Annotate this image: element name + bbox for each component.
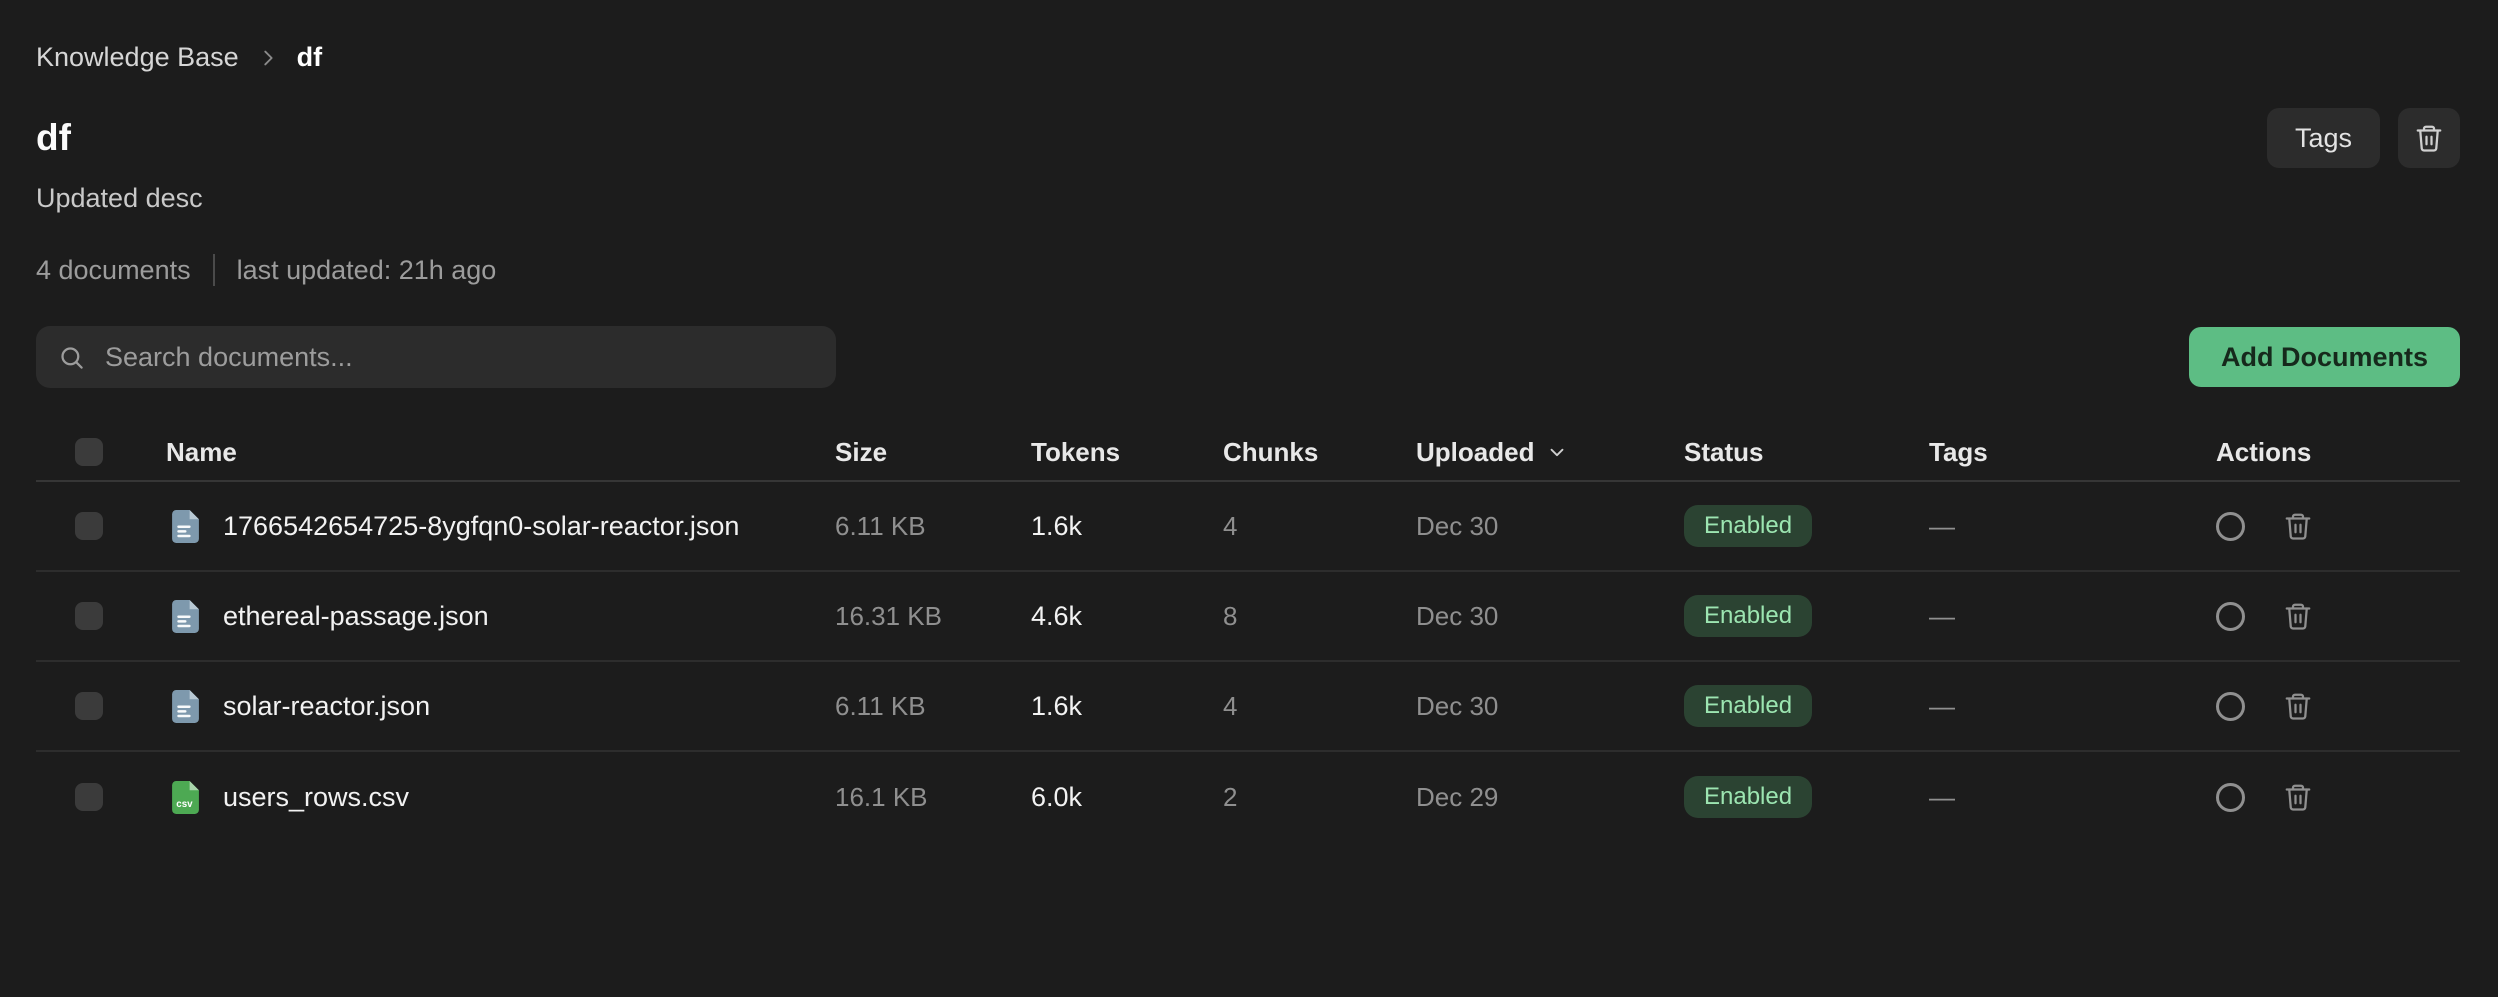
svg-text:csv: csv	[176, 799, 193, 810]
table-row: csv solar-reactor.json 6.11 KB 1.6k 4 De…	[36, 662, 2460, 752]
chevron-down-icon	[1546, 441, 1568, 463]
column-header-uploaded-label: Uploaded	[1416, 437, 1534, 468]
column-header-chunks: Chunks	[1223, 437, 1416, 468]
column-header-uploaded-sort[interactable]: Uploaded	[1416, 437, 1568, 468]
header-actions: Tags	[2267, 108, 2460, 168]
tags-cell: —	[1929, 601, 2216, 632]
delete-document-icon[interactable]	[2283, 601, 2313, 631]
tags-button[interactable]: Tags	[2267, 108, 2380, 168]
chunks-cell: 2	[1223, 782, 1416, 813]
row-checkbox[interactable]	[75, 783, 103, 811]
meta-divider	[213, 254, 215, 286]
row-checkbox[interactable]	[75, 602, 103, 630]
uploaded-cell: Dec 30	[1416, 601, 1684, 632]
page-title: df	[36, 119, 2460, 156]
file-json-icon	[172, 690, 199, 723]
chevron-right-icon	[257, 47, 279, 69]
uploaded-cell: Dec 29	[1416, 782, 1684, 813]
documents-table: Name Size Tokens Chunks Uploaded Status …	[36, 424, 2460, 842]
tags-cell: —	[1929, 782, 2216, 813]
file-csv-icon: csv	[172, 781, 199, 814]
breadcrumb-current: df	[297, 42, 322, 73]
page-description: Updated desc	[36, 182, 2460, 214]
column-header-size: Size	[835, 437, 1031, 468]
breadcrumb-root-link[interactable]: Knowledge Base	[36, 42, 239, 73]
status-toggle-icon[interactable]	[2216, 512, 2245, 541]
search-bar[interactable]	[36, 326, 836, 388]
search-input[interactable]	[103, 341, 814, 374]
status-toggle-icon[interactable]	[2216, 602, 2245, 631]
document-name[interactable]: solar-reactor.json	[223, 691, 430, 722]
breadcrumb: Knowledge Base df	[36, 0, 2460, 73]
document-count: 4 documents	[36, 255, 191, 286]
column-header-actions: Actions	[2216, 437, 2460, 468]
last-updated: last updated: 21h ago	[237, 255, 497, 286]
table-row: csv 1766542654725-8ygfqn0-solar-reactor.…	[36, 482, 2460, 572]
tags-cell: —	[1929, 511, 2216, 542]
tokens-cell: 6.0k	[1031, 782, 1223, 813]
chunks-cell: 4	[1223, 511, 1416, 542]
uploaded-cell: Dec 30	[1416, 691, 1684, 722]
add-documents-button[interactable]: Add Documents	[2189, 327, 2460, 387]
status-badge: Enabled	[1684, 505, 1812, 547]
table-header: Name Size Tokens Chunks Uploaded Status …	[36, 424, 2460, 482]
status-badge: Enabled	[1684, 685, 1812, 727]
size-cell: 16.31 KB	[835, 601, 1031, 632]
column-header-status: Status	[1684, 437, 1929, 468]
delete-document-icon[interactable]	[2283, 691, 2313, 721]
status-toggle-icon[interactable]	[2216, 692, 2245, 721]
size-cell: 6.11 KB	[835, 691, 1031, 722]
delete-kb-button[interactable]	[2398, 108, 2460, 168]
column-header-name: Name	[136, 437, 835, 468]
table-row: csv users_rows.csv 16.1 KB 6.0k 2 Dec 29…	[36, 752, 2460, 842]
tags-cell: —	[1929, 691, 2216, 722]
trash-icon	[2414, 123, 2444, 153]
column-header-tags: Tags	[1929, 437, 2216, 468]
document-name[interactable]: users_rows.csv	[223, 782, 409, 813]
uploaded-cell: Dec 30	[1416, 511, 1684, 542]
chunks-cell: 4	[1223, 691, 1416, 722]
document-name[interactable]: 1766542654725-8ygfqn0-solar-reactor.json	[223, 511, 739, 542]
tokens-cell: 1.6k	[1031, 511, 1223, 542]
tokens-cell: 4.6k	[1031, 601, 1223, 632]
row-checkbox[interactable]	[75, 692, 103, 720]
table-body: csv 1766542654725-8ygfqn0-solar-reactor.…	[36, 482, 2460, 842]
status-toggle-icon[interactable]	[2216, 783, 2245, 812]
size-cell: 16.1 KB	[835, 782, 1031, 813]
row-checkbox[interactable]	[75, 512, 103, 540]
document-name[interactable]: ethereal-passage.json	[223, 601, 489, 632]
select-all-checkbox[interactable]	[75, 438, 103, 466]
status-badge: Enabled	[1684, 776, 1812, 818]
chunks-cell: 8	[1223, 601, 1416, 632]
table-row: csv ethereal-passage.json 16.31 KB 4.6k …	[36, 572, 2460, 662]
column-header-tokens: Tokens	[1031, 437, 1223, 468]
tokens-cell: 1.6k	[1031, 691, 1223, 722]
meta-row: 4 documents last updated: 21h ago	[36, 254, 2460, 286]
controls-row: Add Documents	[36, 326, 2460, 388]
file-json-icon	[172, 510, 199, 543]
delete-document-icon[interactable]	[2283, 511, 2313, 541]
search-icon	[58, 344, 85, 371]
status-badge: Enabled	[1684, 595, 1812, 637]
size-cell: 6.11 KB	[835, 511, 1031, 542]
file-json-icon	[172, 600, 199, 633]
delete-document-icon[interactable]	[2283, 782, 2313, 812]
